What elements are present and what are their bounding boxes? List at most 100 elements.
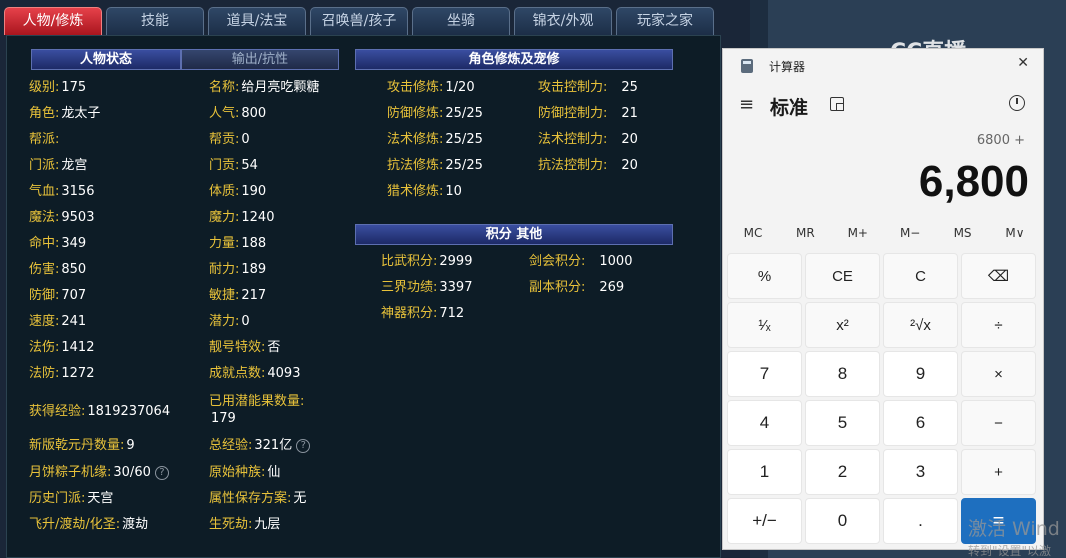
history-icon[interactable] <box>1009 95 1025 111</box>
stat-value: 190 <box>241 184 267 199</box>
stat-label: 飞升/渡劫/化圣: <box>29 517 121 532</box>
tab-5[interactable]: 锦衣/外观 <box>514 7 612 35</box>
stat-row: 抗法控制力: 20 <box>538 157 638 174</box>
stat-row: 原始种族: 仙 <box>209 464 280 481</box>
tab-4[interactable]: 坐骑 <box>412 7 510 35</box>
stat-value: 龙宫 <box>61 158 88 173</box>
calculator-display: 6,800 <box>918 157 1029 206</box>
plus-button[interactable]: + <box>961 449 1036 495</box>
tab-3[interactable]: 召唤兽/孩子 <box>310 7 408 35</box>
status-header[interactable]: 人物状态 <box>31 49 181 70</box>
digit-9-button[interactable]: 9 <box>883 351 958 397</box>
backspace-button[interactable]: ⌫ <box>961 253 1036 299</box>
square-button[interactable]: x² <box>805 302 880 348</box>
stat-row: 防御: 707 <box>29 287 86 304</box>
stat-label: 猎术修炼: <box>387 184 444 199</box>
negate-button[interactable]: +/− <box>727 498 802 544</box>
stat-label: 比武积分: <box>381 254 438 269</box>
stat-row: 气血: 3156 <box>29 183 94 200</box>
tab-6[interactable]: 玩家之家 <box>616 7 714 35</box>
stat-value: 30/60 <box>113 465 151 480</box>
stat-value: 707 <box>61 288 87 303</box>
stat-label: 属性保存方案: <box>209 491 292 506</box>
clear-button[interactable]: C <box>883 253 958 299</box>
stat-value: 1819237064 <box>87 404 171 419</box>
digit-4-button[interactable]: 4 <box>727 400 802 446</box>
stat-row: 飞升/渡劫/化圣: 渡劫 <box>29 516 148 533</box>
stat-label: 靓号特效: <box>209 340 266 355</box>
stat-label: 帮贡: <box>209 132 240 147</box>
tab-2[interactable]: 道具/法宝 <box>208 7 306 35</box>
stat-row: 已用潜能果数量: 179 <box>209 393 304 427</box>
digit-3-button[interactable]: 3 <box>883 449 958 495</box>
stat-label: 体质: <box>209 184 240 199</box>
stat-row: 敏捷: 217 <box>209 287 266 304</box>
stat-row: 命中: 349 <box>29 235 86 252</box>
stat-value: 给月亮吃颗糖 <box>241 80 320 95</box>
stat-label: 月饼粽子机缘: <box>29 465 112 480</box>
minus-button[interactable]: − <box>961 400 1036 446</box>
memory-button-1[interactable]: MR <box>779 226 831 246</box>
multiply-button[interactable]: × <box>961 351 1036 397</box>
keep-on-top-icon[interactable] <box>830 97 844 111</box>
digit-0-button[interactable]: 0 <box>805 498 880 544</box>
memory-button-3[interactable]: M− <box>884 226 936 246</box>
reciprocal-button[interactable]: ¹⁄ₓ <box>727 302 802 348</box>
digit-6-button[interactable]: 6 <box>883 400 958 446</box>
memory-button-0[interactable]: MC <box>727 226 779 246</box>
keypad: % CE C ⌫ ¹⁄ₓ x² ²√x ÷ 7 8 9 × 4 5 6−1 2 3 + +/− 0. = <box>727 253 1041 544</box>
stat-value: 25/25 <box>445 158 483 173</box>
decimal-button[interactable]: . <box>883 498 958 544</box>
stat-label: 门贡: <box>209 158 240 173</box>
percent-button[interactable]: % <box>727 253 802 299</box>
divide-button[interactable]: ÷ <box>961 302 1036 348</box>
calculator-expression: 6800 + <box>976 133 1025 148</box>
memory-button-4[interactable]: MS <box>937 226 989 246</box>
stat-value: 850 <box>61 262 87 277</box>
stat-value: 10 <box>445 184 462 199</box>
calculator-titlebar[interactable]: 计算器 ✕ <box>723 49 1043 83</box>
square-root-button[interactable]: ²√x <box>883 302 958 348</box>
stat-label: 名称: <box>209 80 240 95</box>
stat-row <box>529 305 543 322</box>
stat-value: 20 <box>621 132 638 147</box>
stat-label: 原始种族: <box>209 465 266 480</box>
stat-value: 20 <box>621 158 638 173</box>
digit-1-button[interactable]: 1 <box>727 449 802 495</box>
calculator-mode-title: 标准 <box>770 97 809 119</box>
calculator-app-icon <box>741 59 753 73</box>
stat-value: 21 <box>621 106 638 121</box>
memory-button-5[interactable]: M∨ <box>989 226 1041 246</box>
close-icon[interactable]: ✕ <box>1017 55 1029 71</box>
stat-label: 历史门派: <box>29 491 86 506</box>
hamburger-menu-icon[interactable]: ≡ <box>739 94 754 115</box>
stat-row: 潜力: 0 <box>209 313 250 330</box>
stat-row: 防御控制力: 21 <box>538 105 638 122</box>
stat-value: 25/25 <box>445 132 483 147</box>
stat-row: 猎术修炼: 10 <box>387 183 462 200</box>
stat-value: 3156 <box>61 184 95 199</box>
tab-0[interactable]: 人物/修炼 <box>4 7 102 35</box>
stat-row: 帮贡: 0 <box>209 131 250 148</box>
digit-8-button[interactable]: 8 <box>805 351 880 397</box>
memory-button-2[interactable]: M+ <box>832 226 884 246</box>
help-icon[interactable]: ? <box>296 439 311 453</box>
stat-row: 法术控制力: 20 <box>538 131 638 148</box>
tab-1[interactable]: 技能 <box>106 7 204 35</box>
stat-row: 体质: 190 <box>209 183 266 200</box>
clear-entry-button[interactable]: CE <box>805 253 880 299</box>
stat-label: 法伤: <box>29 340 60 355</box>
digit-2-button[interactable]: 2 <box>805 449 880 495</box>
stat-label: 神器积分: <box>381 306 438 321</box>
stat-value: 0 <box>241 314 250 329</box>
stat-row: 速度: 241 <box>29 313 86 330</box>
stat-row: 帮派: <box>29 131 61 148</box>
stat-row: 人气: 800 <box>209 105 266 122</box>
stat-value: 1412 <box>61 340 95 355</box>
output-header[interactable]: 输出/抗性 <box>181 49 339 70</box>
help-icon[interactable]: ? <box>154 466 169 480</box>
stat-label: 帮派: <box>29 132 60 147</box>
digit-7-button[interactable]: 7 <box>727 351 802 397</box>
stat-row: 获得经验: 1819237064 <box>29 403 170 420</box>
digit-5-button[interactable]: 5 <box>805 400 880 446</box>
